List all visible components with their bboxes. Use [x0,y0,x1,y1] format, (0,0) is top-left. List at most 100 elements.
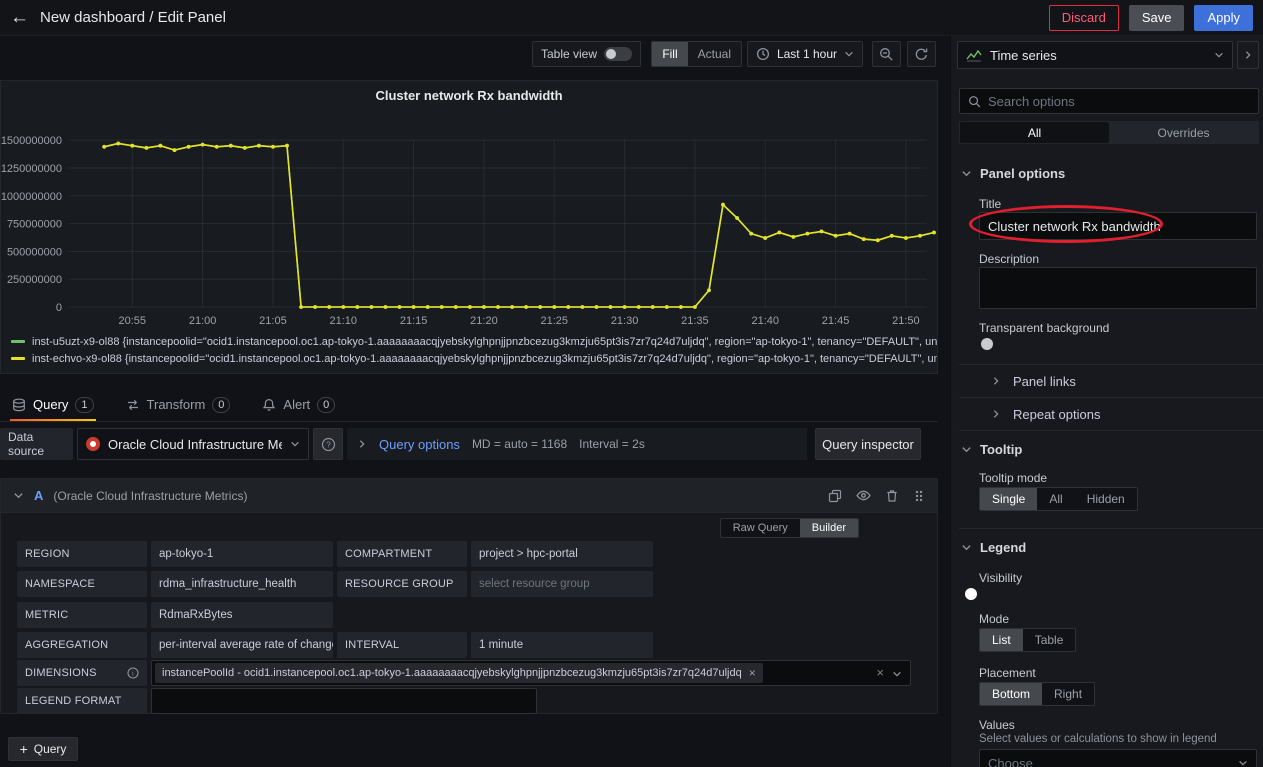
table-view-toggle[interactable] [604,47,632,61]
compartment-select[interactable]: project > hpc-portal [471,541,653,567]
query-a-header[interactable]: A (Oracle Cloud Infrastructure Metrics) [1,479,937,513]
drag-handle-icon[interactable] [913,488,925,503]
clock-icon [756,47,770,61]
svg-text:250000000: 250000000 [7,274,62,286]
options-tabs: All Overrides [959,121,1259,144]
interval-select[interactable]: 1 minute [471,632,653,658]
back-arrow-icon[interactable]: ← [10,7,40,29]
region-select[interactable]: ap-tokyo-1 [151,541,333,567]
query-options-row[interactable]: Query options MD = auto = 1168 Interval … [347,428,807,460]
svg-text:20:55: 20:55 [119,315,147,327]
apply-button[interactable]: Apply [1194,5,1253,31]
legend-mode-label: Mode [979,612,1009,626]
chevron-down-icon [961,168,972,179]
collapse-options-button[interactable] [1237,41,1259,69]
legend-list-option[interactable]: List [980,629,1023,651]
namespace-label: NAMESPACE [17,571,147,597]
svg-text:21:50: 21:50 [892,315,920,327]
legend-item[interactable]: inst-echvo-x9-ol88 {instancepoolid="ocid… [1,350,937,367]
description-textarea[interactable] [979,267,1257,309]
legend-placement-label: Placement [979,666,1036,680]
query-options-label[interactable]: Query options [379,437,460,452]
table-view-control: Table view [532,41,641,67]
refresh-button[interactable] [907,41,936,67]
svg-text:1000000000: 1000000000 [1,191,62,203]
resource-group-select[interactable]: select resource group [471,571,653,597]
actual-option[interactable]: Actual [688,42,741,66]
tab-query[interactable]: Query 1 [10,388,96,421]
tooltip-mode-group: Single All Hidden [979,487,1138,511]
time-range-picker[interactable]: Last 1 hour [747,41,863,67]
region-label: REGION [17,541,147,567]
svg-text:21:10: 21:10 [330,315,358,327]
discard-button[interactable]: Discard [1049,5,1119,31]
data-source-label: Data source [0,428,73,460]
legend-format-input[interactable] [151,688,537,714]
dimensions-field[interactable]: instancePoolId - ocid1.instancepool.oc1.… [151,660,911,686]
dimension-chip[interactable]: instancePoolId - ocid1.instancepool.oc1.… [155,663,763,683]
tooltip-hidden-option[interactable]: Hidden [1075,488,1137,510]
title-label: Title [979,197,1001,211]
search-options-input[interactable] [988,89,1250,113]
time-range-label: Last 1 hour [777,47,837,61]
legend-values-help: Select values or calculations to show in… [979,733,1259,745]
chevron-down-icon [1214,50,1224,60]
remove-dimension-icon[interactable]: × [749,666,756,680]
divider [959,430,1263,431]
delete-query-trash-icon[interactable] [885,488,899,503]
legend-swatch-green [11,340,25,343]
data-source-picker[interactable]: Oracle Cloud Infrastructure Metrics [77,428,309,460]
fill-actual-group: Fill Actual [651,41,742,67]
legend-section-header[interactable]: Legend [961,540,1026,555]
clear-dimensions-icon[interactable]: × [876,666,884,680]
svg-text:500000000: 500000000 [7,246,62,258]
panel-links-section[interactable]: Panel links [951,365,1263,397]
search-icon [968,95,981,108]
hide-query-eye-icon[interactable] [856,488,871,503]
tab-transform[interactable]: Transform 0 [124,388,233,421]
aggregation-select[interactable]: per-interval average rate of change [151,632,333,658]
legend-values-select[interactable]: Choose [979,749,1257,767]
chevron-down-icon[interactable] [892,669,902,679]
alert-count-badge: 0 [317,397,335,413]
data-source-help-button[interactable]: ? [313,428,343,460]
chevron-right-icon [991,409,1001,419]
bell-icon [262,398,276,412]
tab-overrides[interactable]: Overrides [1109,122,1258,143]
info-icon[interactable]: i [127,667,139,679]
query-datasource-hint: (Oracle Cloud Infrastructure Metrics) [53,489,247,503]
legend-item[interactable]: inst-u5uzt-x9-ol88 {instancepoolid="ocid… [1,333,937,350]
visualization-picker[interactable]: Time series [957,41,1233,69]
tooltip-section-header[interactable]: Tooltip [961,442,1022,457]
fill-option[interactable]: Fill [652,42,687,66]
chevron-right-icon [991,376,1001,386]
panel-title-input[interactable] [979,212,1257,240]
panel-options-section-header[interactable]: Panel options [961,166,1065,181]
tooltip-single-option[interactable]: Single [980,488,1037,510]
metric-select[interactable]: RdmaRxBytes [151,602,333,628]
svg-text:21:45: 21:45 [822,315,850,327]
legend-right-option[interactable]: Right [1042,683,1094,705]
tab-all[interactable]: All [960,122,1109,143]
tab-alert[interactable]: Alert 0 [260,388,337,421]
resource-group-label: RESOURCE GROUP [337,571,467,597]
add-query-button[interactable]: + Query [8,737,78,761]
legend-bottom-option[interactable]: Bottom [980,683,1042,705]
zoom-out-button[interactable] [872,41,901,67]
tooltip-all-option[interactable]: All [1037,488,1074,510]
raw-query-option[interactable]: Raw Query [721,519,800,537]
query-inspector-button[interactable]: Query inspector [815,428,921,460]
builder-option[interactable]: Builder [800,519,858,537]
chevron-down-icon[interactable] [13,490,24,501]
namespace-select[interactable]: rdma_infrastructure_health [151,571,333,597]
query-builder-body: Raw Query Builder REGION ap-tokyo-1 COMP… [1,513,937,713]
legend-table-option[interactable]: Table [1023,629,1076,651]
query-ref-id: A [34,488,43,503]
timeseries-chart[interactable]: 0250000000500000000750000000100000000012… [1,107,937,333]
duplicate-query-icon[interactable] [828,488,842,503]
save-button[interactable]: Save [1129,5,1185,31]
search-options-box[interactable] [959,88,1259,114]
repeat-options-section[interactable]: Repeat options [951,398,1263,430]
svg-text:750000000: 750000000 [7,219,62,231]
legend-swatch-yellow [11,357,25,360]
